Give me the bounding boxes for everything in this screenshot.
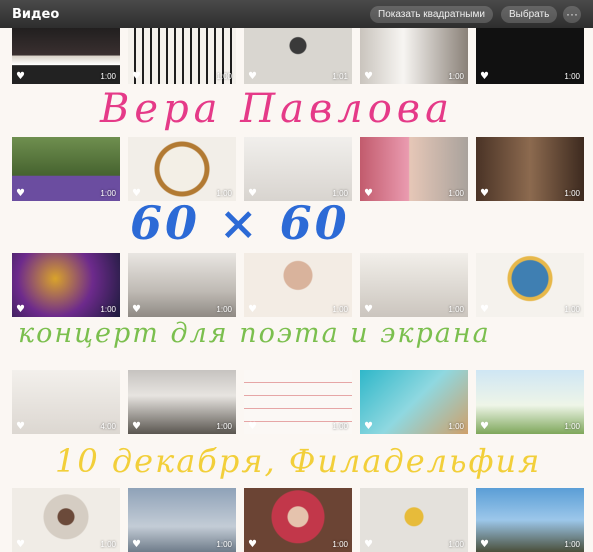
duration-label: 1:00 — [564, 305, 580, 314]
video-thumbnail[interactable]: ♥ 1:00 — [360, 253, 468, 317]
duration-label: 1:00 — [564, 72, 580, 81]
heart-icon[interactable]: ♥ — [16, 304, 25, 315]
duration-label: 1:00 — [448, 72, 464, 81]
duration-label: 1:00 — [448, 540, 464, 549]
heart-icon[interactable]: ♥ — [480, 71, 489, 82]
duration-label: 1:00 — [216, 72, 232, 81]
more-options-button[interactable]: ··· — [563, 6, 581, 23]
video-thumbnail[interactable]: ♥ 1:00 — [360, 488, 468, 552]
heart-icon[interactable]: ♥ — [132, 421, 141, 432]
heart-icon[interactable]: ♥ — [480, 539, 489, 550]
video-thumbnail[interactable]: ♥ 1:00 — [12, 20, 120, 84]
duration-label: 4:00 — [100, 422, 116, 431]
heart-icon[interactable]: ♥ — [480, 188, 489, 199]
video-row-5: ♥ 1:00 ♥ 1:00 ♥ 1:00 ♥ 1:00 ♥ 1:00 — [0, 488, 593, 552]
concert-number-text: 60 × 60 — [130, 196, 350, 250]
select-button[interactable]: Выбрать — [501, 6, 558, 23]
duration-label: 1:00 — [100, 540, 116, 549]
duration-label: 1:00 — [100, 305, 116, 314]
video-thumbnail[interactable]: ♥ 1:00 — [12, 488, 120, 552]
video-thumbnail[interactable]: ♥ 1:00 — [128, 488, 236, 552]
duration-label: 1:00 — [448, 189, 464, 198]
heart-icon[interactable]: ♥ — [16, 539, 25, 550]
top-bar: Видео Показать квадратными Выбрать ··· — [0, 0, 593, 28]
video-thumbnail[interactable]: ♥ 1:00 — [12, 137, 120, 201]
video-thumbnail[interactable]: ♥ 1:00 — [476, 488, 584, 552]
heart-icon[interactable]: ♥ — [16, 421, 25, 432]
duration-label: 1:00 — [564, 189, 580, 198]
heart-icon[interactable]: ♥ — [364, 71, 373, 82]
duration-label: 1:00 — [564, 422, 580, 431]
video-thumbnail[interactable]: ♥ 1:01 — [244, 20, 352, 84]
duration-label: 1:00 — [332, 540, 348, 549]
video-thumbnail[interactable]: ♥ 1:00 — [128, 253, 236, 317]
heart-icon[interactable]: ♥ — [480, 421, 489, 432]
video-thumbnail[interactable]: ♥ 1:00 — [244, 370, 352, 434]
video-row-4: ♥ 4:00 ♥ 1:00 ♥ 1:00 ♥ 1:00 ♥ 1:00 — [0, 370, 593, 434]
heart-icon[interactable]: ♥ — [132, 71, 141, 82]
video-thumbnail[interactable]: ♥ 1:00 — [360, 370, 468, 434]
video-thumbnail[interactable]: ♥ 1:00 — [128, 137, 236, 201]
heart-icon[interactable]: ♥ — [132, 304, 141, 315]
video-thumbnail[interactable]: ♥ 1:00 — [360, 20, 468, 84]
concert-date-text: 10 декабря, Филадельфия — [55, 442, 542, 480]
duration-label: 1:00 — [216, 305, 232, 314]
heart-icon[interactable]: ♥ — [364, 421, 373, 432]
heart-icon[interactable]: ♥ — [364, 539, 373, 550]
duration-label: 1:00 — [564, 540, 580, 549]
heart-icon[interactable]: ♥ — [364, 304, 373, 315]
heart-icon[interactable]: ♥ — [364, 188, 373, 199]
duration-label: 1:00 — [216, 422, 232, 431]
video-thumbnail[interactable]: ♥ 1:00 — [476, 253, 584, 317]
heart-icon[interactable]: ♥ — [16, 71, 25, 82]
show-square-button[interactable]: Показать квадратными — [370, 6, 493, 23]
heart-icon[interactable]: ♥ — [248, 304, 257, 315]
heart-icon[interactable]: ♥ — [248, 71, 257, 82]
video-thumbnail[interactable]: ♥ 4:00 — [12, 370, 120, 434]
page-title: Видео — [12, 7, 60, 22]
video-thumbnail[interactable]: ♥ 1:00 — [128, 20, 236, 84]
video-thumbnail[interactable]: ♥ 1:00 — [360, 137, 468, 201]
heart-icon[interactable]: ♥ — [248, 421, 257, 432]
duration-label: 1:01 — [332, 72, 348, 81]
duration-label: 1:00 — [332, 305, 348, 314]
video-thumbnail[interactable]: ♥ 1:00 — [476, 20, 584, 84]
video-thumbnail[interactable]: ♥ 1:00 — [244, 488, 352, 552]
duration-label: 1:00 — [332, 422, 348, 431]
heart-icon[interactable]: ♥ — [132, 539, 141, 550]
video-row-3: ♥ 1:00 ♥ 1:00 ♥ 1:00 ♥ 1:00 ♥ 1:00 — [0, 253, 593, 317]
heart-icon[interactable]: ♥ — [16, 188, 25, 199]
duration-label: 1:00 — [216, 540, 232, 549]
video-thumbnail[interactable]: ♥ 1:00 — [12, 253, 120, 317]
poet-name-text: Вера Павлова — [100, 86, 454, 132]
duration-label: 1:00 — [100, 189, 116, 198]
heart-icon[interactable]: ♥ — [248, 539, 257, 550]
duration-label: 1:00 — [448, 305, 464, 314]
duration-label: 1:00 — [100, 72, 116, 81]
heart-icon[interactable]: ♥ — [480, 304, 489, 315]
video-row-2: ♥ 1:00 ♥ 1:00 ♥ 1:00 ♥ 1:00 ♥ 1:00 — [0, 137, 593, 201]
video-row-1: ♥ 1:00 ♥ 1:00 ♥ 1:01 ♥ 1:00 ♥ 1:00 — [0, 20, 593, 84]
duration-label: 1:00 — [448, 422, 464, 431]
video-thumbnail[interactable]: ♥ 1:00 — [128, 370, 236, 434]
video-thumbnail[interactable]: ♥ 1:00 — [476, 137, 584, 201]
concert-subtitle-text: концерт для поэта и экрана — [18, 318, 491, 349]
video-thumbnail[interactable]: ♥ 1:00 — [244, 253, 352, 317]
video-thumbnail[interactable]: ♥ 1:00 — [244, 137, 352, 201]
video-thumbnail[interactable]: ♥ 1:00 — [476, 370, 584, 434]
